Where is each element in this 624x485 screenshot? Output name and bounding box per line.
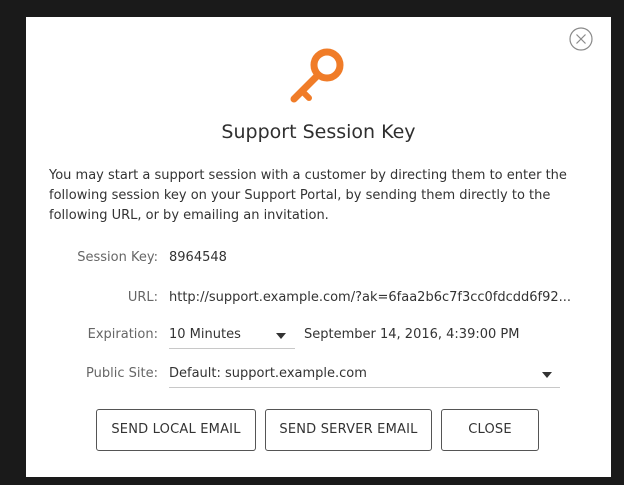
chevron-down-icon <box>276 333 286 339</box>
expiration-selected-value: 10 Minutes <box>169 327 241 342</box>
send-server-email-button[interactable]: SEND SERVER EMAIL <box>265 409 432 451</box>
close-icon[interactable] <box>569 27 593 51</box>
expiration-row: Expiration: 10 Minutes September 14, 201… <box>26 323 611 349</box>
close-button[interactable]: CLOSE <box>441 409 539 451</box>
url-label: URL: <box>127 290 158 305</box>
chevron-down-icon <box>542 372 552 378</box>
expiration-label: Expiration: <box>87 327 158 342</box>
url-row: URL: http://support.example.com/?ak=6faa… <box>26 286 611 310</box>
public-site-row: Public Site: Default: support.example.co… <box>26 362 611 388</box>
session-key-row: Session Key: 8964548 <box>26 246 611 270</box>
public-site-select[interactable]: Default: support.example.com <box>169 362 560 388</box>
support-session-dialog: Support Session Key You may start a supp… <box>26 17 611 477</box>
public-site-label: Public Site: <box>86 366 158 381</box>
dialog-description: You may start a support session with a c… <box>49 168 567 223</box>
session-key-label: Session Key: <box>77 250 158 265</box>
send-local-email-button[interactable]: SEND LOCAL EMAIL <box>96 409 256 451</box>
dialog-title: Support Session Key <box>221 121 416 143</box>
url-value[interactable]: http://support.example.com/?ak=6faa2b6c7… <box>169 286 571 310</box>
expiration-select[interactable]: 10 Minutes <box>169 323 295 349</box>
session-key-value: 8964548 <box>169 250 227 265</box>
key-icon <box>284 43 352 111</box>
public-site-selected-value: Default: support.example.com <box>169 366 367 381</box>
expiration-datetime: September 14, 2016, 4:39:00 PM <box>304 327 520 342</box>
